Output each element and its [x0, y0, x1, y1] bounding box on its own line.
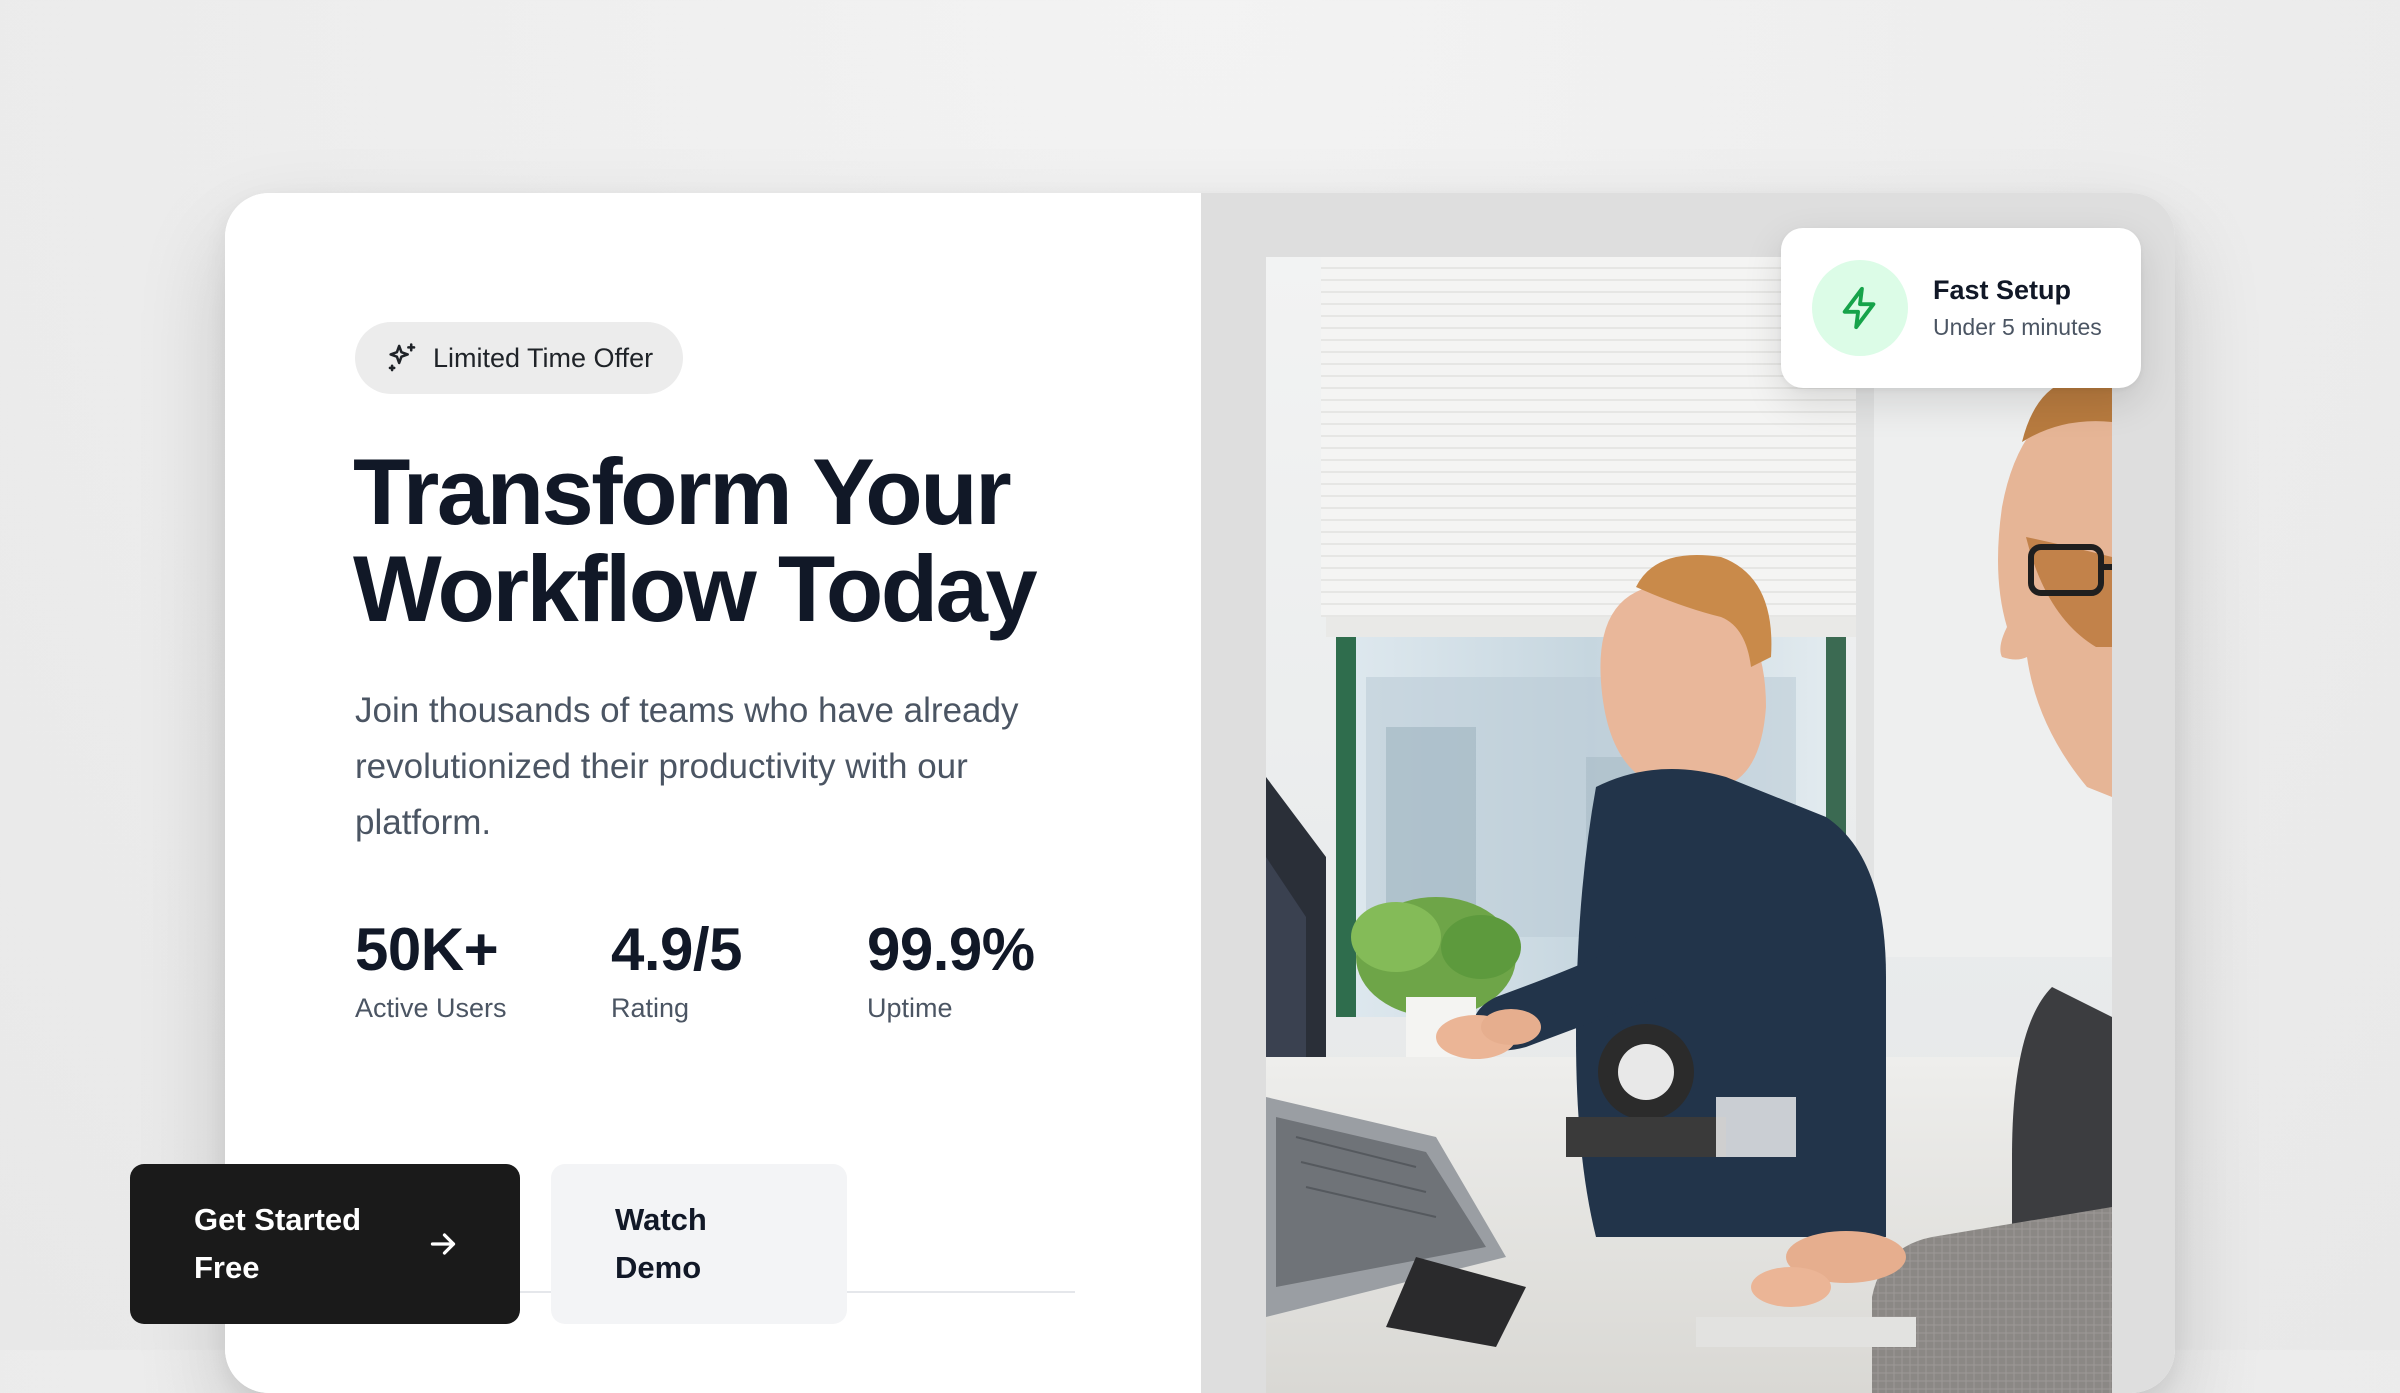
page-title: Transform Your Workflow Today — [353, 443, 1173, 637]
stat-rating: 4.9/5 Rating — [611, 915, 742, 1025]
stats-row: 50K+ Active Users 4.9/5 Rating 99.9% Upt… — [355, 915, 1075, 1035]
stat-value: 50K+ — [355, 916, 499, 983]
lightning-bolt-icon — [1842, 286, 1876, 330]
page-title-line-1: Transform Your — [353, 439, 1012, 544]
stat-value: 4.9/5 — [611, 916, 742, 983]
stat-active-users: 50K+ Active Users — [355, 915, 507, 1025]
fast-setup-icon-circle — [1812, 260, 1908, 356]
fast-setup-title: Fast Setup — [1933, 275, 2072, 305]
badge-label: Limited Time Offer — [433, 342, 654, 373]
get-started-label: Get Started Free — [194, 1202, 362, 1285]
fast-setup-subtitle: Under 5 minutes — [1933, 314, 2102, 340]
arrow-right-icon — [430, 1233, 456, 1255]
stat-label: Active Users — [355, 993, 507, 1023]
fast-setup-card: Fast Setup Under 5 minutes — [1781, 228, 2141, 388]
hero-subtitle: Join thousands of teams who have already… — [355, 691, 1019, 842]
watch-demo-button[interactable]: Watch Demo — [551, 1164, 847, 1324]
limited-offer-badge: Limited Time Offer — [355, 322, 684, 394]
team-working-photo — [1266, 257, 2112, 1393]
get-started-button[interactable]: Get Started Free — [130, 1164, 520, 1324]
office-scene-image — [1266, 257, 2112, 1393]
stat-uptime: 99.9% Uptime — [867, 915, 1035, 1025]
stat-value: 99.9% — [867, 916, 1035, 983]
sparkles-icon — [388, 343, 416, 372]
watch-demo-label: Watch Demo — [615, 1202, 707, 1285]
stat-label: Uptime — [867, 993, 953, 1023]
page-title-line-2: Workflow Today — [353, 536, 1038, 641]
stat-label: Rating — [611, 993, 690, 1023]
